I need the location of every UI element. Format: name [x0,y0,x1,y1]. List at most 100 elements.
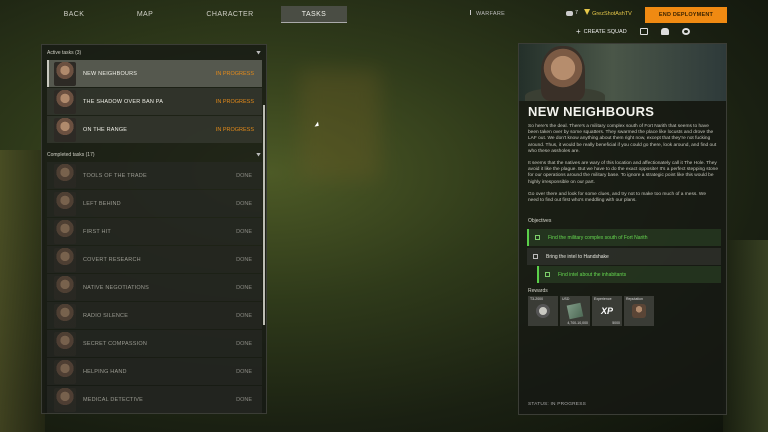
description-paragraph: So here's the deal. There's a military c… [528,124,717,154]
task-giver-portrait [54,219,76,244]
task-title: SECRET COMPASSION [83,340,148,347]
task-row[interactable]: HELPING HAND DONE [47,358,262,385]
task-status: DONE [236,340,252,347]
reward-quantity: 4,700-10,000 [567,321,588,325]
cash-icon [566,302,584,320]
task-detail-title: NEW NEIGHBOURS [528,104,655,119]
task-giver-portrait [54,89,76,114]
reward-label: T3-2000 [530,297,544,301]
task-status: IN PROGRESS [215,98,254,105]
task-row[interactable]: MEDICAL DETECTIVE DONE [47,386,262,413]
task-status-footer: STATUS: IN PROGRESS [528,402,586,407]
hero-portrait [541,46,585,101]
active-tasks-label: Active tasks (3) [47,49,82,56]
task-row-shadow-over-ban-pa[interactable]: THE SHADOW OVER BAN PA IN PROGRESS [47,88,262,115]
reward-item[interactable]: Experience XP 5000 [592,296,622,326]
task-status: DONE [236,172,252,179]
vest-icon [536,304,550,318]
task-detail-panel: NEW NEIGHBOURS So here's the deal. There… [518,43,727,415]
task-title: MEDICAL DETECTIVE [83,396,144,403]
description-paragraph: Go over there and look for some clues, a… [528,191,707,204]
background-chair [0,150,45,432]
task-status: DONE [236,228,252,235]
plus-icon: + [576,27,581,36]
reward-item[interactable]: USD 4,700-10,000 [560,296,590,326]
objective-row[interactable]: Bring the intel to Handshake [527,248,721,265]
task-status: DONE [236,200,252,207]
tab-map[interactable]: MAP [111,6,179,23]
rewards-heading: Rewards [528,288,548,294]
task-status: DONE [236,284,252,291]
completed-tasks-label: Completed tasks (17) [47,151,95,158]
task-title: THE SHADOW OVER BAN PA [83,98,164,105]
task-row[interactable]: TOOLS OF THE TRADE DONE [47,162,262,189]
social-bar: + CREATE SQUAD [576,27,690,36]
task-status: DONE [236,368,252,375]
objective-text: Find the military complex south of Fort … [548,234,648,241]
tab-back[interactable]: BACK [40,6,108,23]
task-giver-portrait [54,247,76,272]
warfare-label: WARFARE [476,11,506,17]
chevron-down-icon [256,50,261,55]
task-row[interactable]: COVERT RESEARCH DONE [47,246,262,273]
task-row-on-the-range[interactable]: ON THE RANGE IN PROGRESS [47,116,262,143]
active-tasks-header[interactable]: Active tasks (3) [42,45,266,60]
tab-character[interactable]: CHARACTER [180,6,280,23]
reward-label: USD [562,297,570,301]
xp-icon: XP [600,306,613,316]
checkbox-icon [533,254,538,259]
task-giver-portrait [54,331,76,356]
task-row[interactable]: NATIVE NEGOTIATIONS DONE [47,274,262,301]
task-status: DONE [236,256,252,263]
end-deployment-button[interactable]: END DEPLOYMENT [645,7,727,23]
task-title: NEW NEIGHBOURS [83,70,138,77]
task-row-new-neighbours[interactable]: NEW NEIGHBOURS IN PROGRESS [47,60,262,87]
reward-label: Experience [594,297,612,301]
task-giver-portrait [54,359,76,384]
task-giver-portrait [54,275,76,300]
objective-row[interactable]: Find the military complex south of Fort … [527,229,721,246]
chevron-down-icon [256,152,261,157]
task-row[interactable]: FIRST HIT DONE [47,218,262,245]
task-list-scrollbar[interactable] [263,105,265,325]
chat-icon[interactable] [639,28,648,35]
party-count: 7 [575,10,579,16]
task-row[interactable]: RADIO SILENCE DONE [47,302,262,329]
task-list-panel: Active tasks (3) NEW NEIGHBOURS IN PROGR… [41,44,267,414]
tab-tasks[interactable]: TASKS [281,6,347,23]
task-title: HELPING HAND [83,368,127,375]
warfare-toggle[interactable]: WARFARE [470,10,505,17]
main-tabs: BACK MAP CHARACTER TASKS [40,6,348,23]
top-navigation-bar: BACK MAP CHARACTER TASKS WARFARE 7 GrezS… [0,0,768,36]
reward-item[interactable]: T3-2000 [528,296,558,326]
task-giver-portrait [54,191,76,216]
task-row[interactable]: LEFT BEHIND DONE [47,190,262,217]
rank-icon [584,9,591,15]
warfare-icon [470,10,474,15]
create-squad-button[interactable]: CREATE SQUAD [584,29,627,35]
reward-label: Reputation [626,297,643,301]
task-title: FIRST HIT [83,228,111,235]
task-row[interactable]: SECRET COMPASSION DONE [47,330,262,357]
task-title: TOOLS OF THE TRADE [83,172,147,179]
completed-tasks-header[interactable]: Completed tasks (17) [42,147,266,162]
friends-icon[interactable] [660,28,669,35]
checkbox-icon [535,235,540,240]
objectives-heading: Objectives [528,218,552,224]
reward-item[interactable]: Reputation [624,296,654,326]
objective-row[interactable]: Find intel about the inhabitants [537,266,721,283]
reputation-icon [632,304,646,318]
task-status: IN PROGRESS [215,126,254,133]
rewards-list: T3-2000 USD 4,700-10,000 Experience XP 5… [528,296,656,326]
task-title: RADIO SILENCE [83,312,129,319]
task-title: NATIVE NEGOTIATIONS [83,284,149,291]
task-giver-portrait [54,163,76,188]
background-furniture [723,240,768,432]
gear-icon[interactable] [681,28,690,35]
task-title: ON THE RANGE [83,126,128,133]
task-status: IN PROGRESS [215,70,254,77]
background-light [300,70,380,180]
user-info[interactable]: 7 GrezShotAshTV [566,9,632,17]
objective-text: Bring the intel to Handshake [546,253,609,260]
task-giver-hero-image [519,44,726,101]
